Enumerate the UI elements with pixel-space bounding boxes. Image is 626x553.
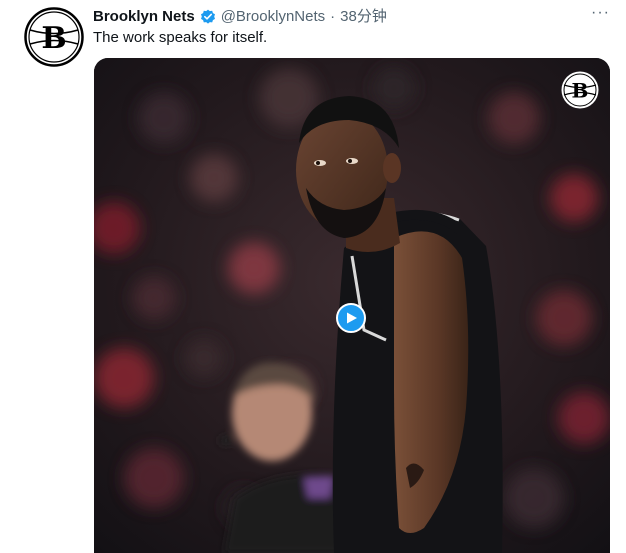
tweet-text: The work speaks for itself. xyxy=(93,29,268,46)
avatar[interactable]: B xyxy=(24,7,84,67)
svg-text:B: B xyxy=(41,21,66,56)
more-options-icon[interactable]: ··· xyxy=(591,5,610,21)
separator-dot: · xyxy=(330,8,336,25)
verified-badge-icon xyxy=(200,9,215,24)
timestamp[interactable]: 38分钟 xyxy=(340,7,387,27)
video-player[interactable]: B xyxy=(94,58,610,553)
nets-logo-icon: B xyxy=(561,71,599,109)
play-button[interactable] xyxy=(336,303,366,333)
tweet[interactable]: B Brooklyn Nets @BrooklynNets · 38分钟 ···… xyxy=(0,0,626,553)
display-name[interactable]: Brooklyn Nets xyxy=(93,7,195,27)
tweet-header: Brooklyn Nets @BrooklynNets · 38分钟 xyxy=(93,6,616,28)
play-icon xyxy=(347,312,357,324)
video-watermark: B xyxy=(560,70,600,110)
nets-logo-icon: B xyxy=(24,7,84,67)
user-handle[interactable]: @BrooklynNets xyxy=(221,7,325,27)
svg-text:B: B xyxy=(572,79,589,103)
